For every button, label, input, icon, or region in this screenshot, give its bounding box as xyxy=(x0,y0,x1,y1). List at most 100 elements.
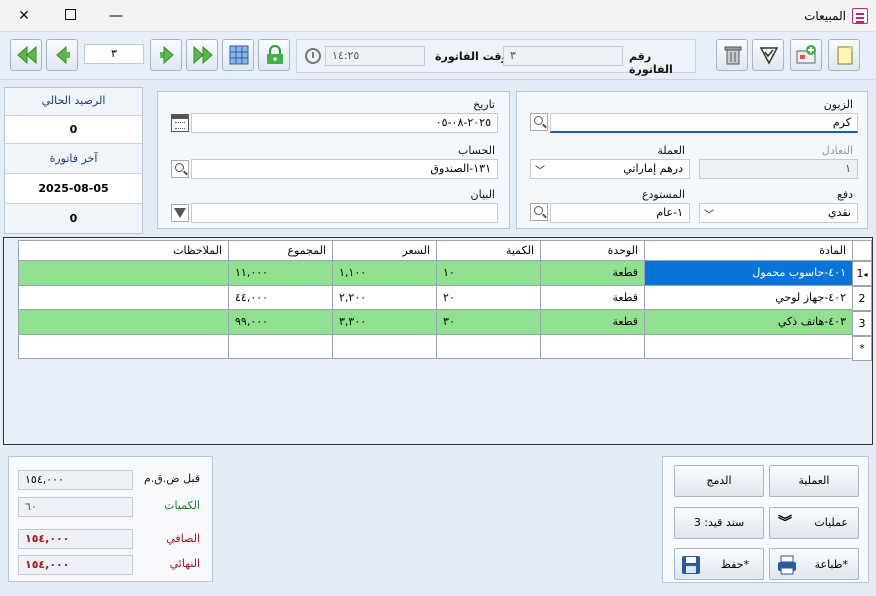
double-chevron-down-icon: ︾ xyxy=(778,515,792,531)
clock-icon xyxy=(305,48,321,64)
customer-search-icon[interactable] xyxy=(530,113,548,131)
warehouse-field[interactable]: ١-عام xyxy=(550,203,690,223)
invoice-details-panel: تاريخ ٢٠٢٥-٠٨-٠٥ الحساب ١٣١-الصندوق البي… xyxy=(157,91,510,229)
new-row-indicator[interactable]: * xyxy=(852,336,872,361)
col-header-price[interactable]: السعر xyxy=(332,240,437,261)
cell-item[interactable]: ٤٠٢-جهاز لوحي xyxy=(644,284,853,310)
filter-button[interactable] xyxy=(752,39,784,71)
journal-voucher-button[interactable]: سند قيد: 3 xyxy=(674,507,764,539)
grid-view-button[interactable] xyxy=(222,39,254,71)
customer-label: الزبون xyxy=(823,98,853,111)
operation-button[interactable]: العملية xyxy=(769,465,859,497)
warehouse-label: المستودع xyxy=(641,188,685,201)
table-row[interactable]: ٤٠١-حاسوب محمول قطعة ١٠ ١,١٠٠ ١١,٠٠٠ xyxy=(18,260,853,286)
quantities-field: ٦٠ xyxy=(18,497,133,517)
calendar-icon[interactable] xyxy=(171,114,189,132)
delete-button[interactable] xyxy=(716,39,748,71)
search-icon[interactable] xyxy=(171,160,189,178)
table-header-row: المادة الوحدة الكمية السعر المجموع الملا… xyxy=(18,240,853,261)
add-new-button[interactable] xyxy=(790,39,822,71)
statement-field[interactable] xyxy=(191,203,498,223)
lock-button[interactable] xyxy=(258,39,290,71)
invoice-info-group: ١٤:٢٥ وقت الفاتورة ٣ رقم الفاتورة xyxy=(296,39,696,76)
cell-price[interactable]: ٣,٣٠٠ xyxy=(332,309,437,335)
previous-record-button[interactable] xyxy=(46,39,78,71)
statement-label: البيان xyxy=(470,188,495,201)
row-indicator[interactable]: 3 xyxy=(852,311,872,336)
col-header-total[interactable]: المجموع xyxy=(228,240,333,261)
table-row[interactable]: ٤٠٣-هاتف ذكي قطعة ٣٠ ٣,٣٠٠ ٩٩,٠٠٠ xyxy=(18,309,853,335)
currency-chevron-down-icon[interactable]: ﹀ xyxy=(535,162,545,177)
customer-panel: الزبون كرم التعادل ١ العملة درهم إماراتي… xyxy=(516,91,868,229)
table-row[interactable]: ٤٠٢-جهاز لوحي قطعة ٢٠ ٢,٢٠٠ ٤٤,٠٠٠ xyxy=(18,284,853,310)
customer-field[interactable]: كرم xyxy=(550,113,858,133)
cell-total[interactable]: ١١,٠٠٠ xyxy=(228,260,333,286)
printer-icon xyxy=(778,555,796,575)
operations-button[interactable]: ︾ عمليات xyxy=(769,507,859,539)
exchange-label: التعادل xyxy=(821,144,853,157)
cell-unit[interactable]: قطعة xyxy=(540,260,645,286)
payment-select[interactable]: نقدي xyxy=(699,203,858,223)
before-tax-field: ١٥٤,٠٠٠ xyxy=(18,470,133,490)
row-indicator[interactable]: 1◂ xyxy=(852,261,872,286)
cell-qty[interactable]: ٣٠ xyxy=(436,309,541,335)
print-button[interactable]: طباعة* xyxy=(769,548,859,580)
last-invoice-date: 2025-08-05 xyxy=(5,174,142,204)
cell-total[interactable]: ٩٩,٠٠٠ xyxy=(228,309,333,335)
lock-icon xyxy=(267,45,283,64)
before-tax-label: قبل ض.ق.م xyxy=(143,472,200,485)
col-header-notes[interactable]: الملاحظات xyxy=(18,240,229,261)
currency-select[interactable]: درهم إماراتي xyxy=(530,159,690,179)
title-bar: ✕ — المبيعات xyxy=(0,0,876,32)
current-balance-label: الرصيد الحالي xyxy=(5,88,142,116)
cell-price[interactable]: ٢,٢٠٠ xyxy=(332,284,437,310)
row-indicator[interactable]: 2 xyxy=(852,286,872,311)
table-row-new[interactable] xyxy=(18,333,853,359)
actions-panel: العملية الدمج ︾ عمليات سند قيد: 3 طباعة*… xyxy=(662,456,869,583)
save-button[interactable]: حفظ* xyxy=(674,548,764,580)
window-title: المبيعات xyxy=(804,9,846,23)
invoice-time-label: وقت الفاتورة xyxy=(435,50,509,63)
first-record-button[interactable] xyxy=(10,39,42,71)
last-record-button[interactable] xyxy=(186,39,218,71)
cell-unit[interactable]: قطعة xyxy=(540,284,645,310)
cell-qty[interactable]: ٢٠ xyxy=(436,284,541,310)
cell-qty[interactable]: ١٠ xyxy=(436,260,541,286)
floppy-disk-icon xyxy=(682,556,700,574)
cell-price[interactable]: ١,١٠٠ xyxy=(332,260,437,286)
final-label: النهائي xyxy=(169,557,200,570)
date-label: تاريخ xyxy=(473,98,495,111)
filter-icon[interactable] xyxy=(171,204,189,222)
cell-item[interactable]: ٤٠٣-هاتف ذكي xyxy=(644,309,853,335)
close-icon[interactable]: ✕ xyxy=(14,6,34,26)
account-field[interactable]: ١٣١-الصندوق xyxy=(191,159,498,179)
invoice-time-field[interactable]: ١٤:٢٥ xyxy=(325,46,425,66)
cell-unit[interactable]: قطعة xyxy=(540,309,645,335)
payment-chevron-down-icon[interactable]: ﹀ xyxy=(704,206,714,221)
col-header-item[interactable]: المادة xyxy=(644,240,853,261)
app-icon xyxy=(852,8,868,24)
arrow-left-icon xyxy=(56,45,70,65)
row-indicator-header xyxy=(852,240,872,261)
items-grid: المادة الوحدة الكمية السعر المجموع الملا… xyxy=(3,237,873,445)
quantities-label: الكميات xyxy=(164,499,200,512)
cell-notes[interactable] xyxy=(18,260,229,286)
cell-notes[interactable] xyxy=(18,284,229,310)
maximize-icon[interactable] xyxy=(60,5,80,25)
col-header-qty[interactable]: الكمية xyxy=(436,240,541,261)
invoice-number-field[interactable]: ٣ xyxy=(503,46,623,66)
cell-item[interactable]: ٤٠١-حاسوب محمول xyxy=(644,260,853,286)
new-document-button[interactable] xyxy=(828,39,860,71)
cell-total[interactable]: ٤٤,٠٠٠ xyxy=(228,284,333,310)
date-field[interactable]: ٢٠٢٥-٠٨-٠٥ xyxy=(191,113,498,133)
minimize-icon[interactable]: — xyxy=(106,6,126,26)
cell-notes[interactable] xyxy=(18,309,229,335)
col-header-unit[interactable]: الوحدة xyxy=(540,240,645,261)
net-label: الصافي xyxy=(166,532,200,545)
page-number-field[interactable]: ٣ xyxy=(84,44,144,64)
warehouse-search-icon[interactable] xyxy=(530,203,548,221)
double-arrow-left-icon xyxy=(17,45,37,65)
merge-button[interactable]: الدمج xyxy=(674,465,764,497)
next-record-button[interactable] xyxy=(150,39,182,71)
exchange-field[interactable]: ١ xyxy=(699,159,858,179)
